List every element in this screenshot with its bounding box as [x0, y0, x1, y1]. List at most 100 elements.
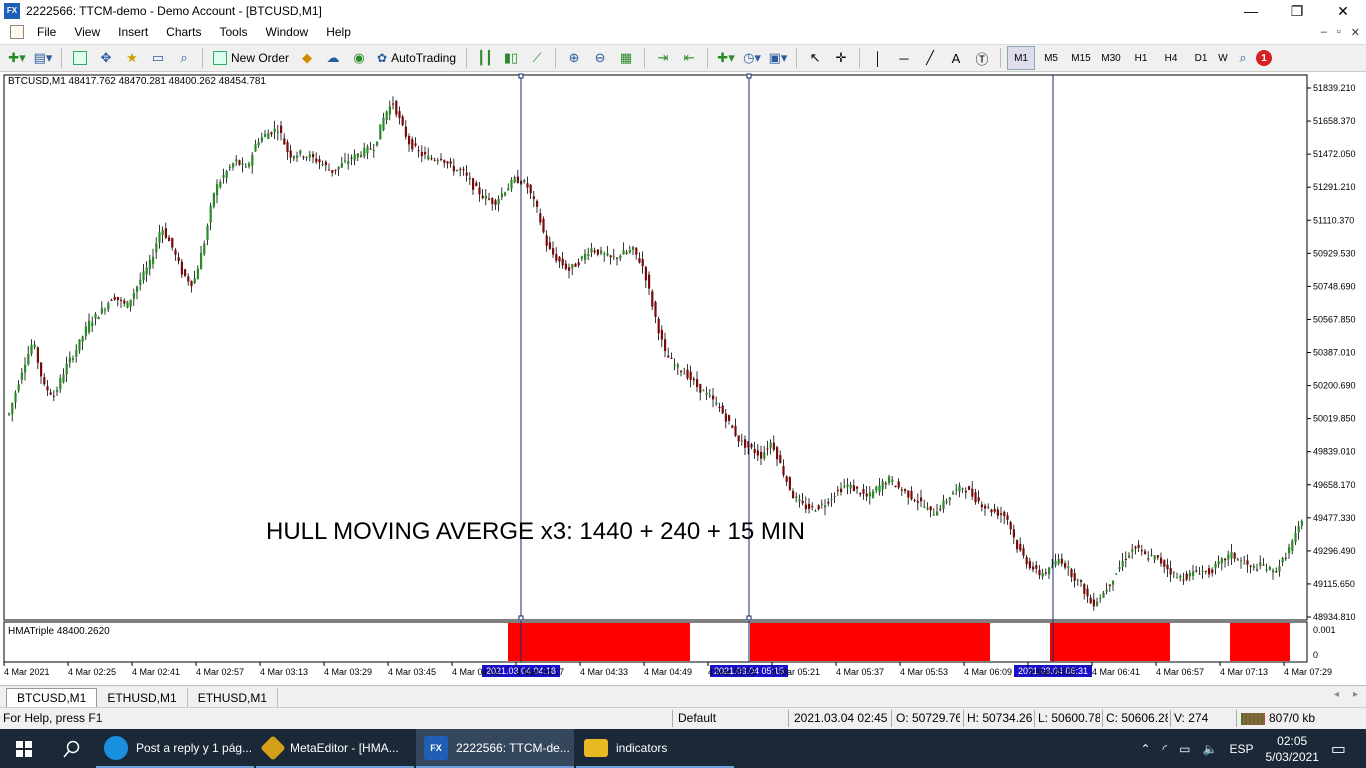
status-divider: [788, 710, 789, 727]
candle-body: [1224, 558, 1227, 561]
indicators-icon[interactable]: ✚▾: [714, 46, 738, 70]
signals-icon[interactable]: ◉: [347, 46, 371, 70]
autotrading-button[interactable]: ✿ AutoTrading: [373, 46, 460, 70]
bar-chart-icon[interactable]: ┃┃: [473, 46, 497, 70]
candle-body: [888, 476, 891, 483]
text-label-icon[interactable]: Ⓣ: [970, 46, 994, 70]
maximize-button[interactable]: ❐: [1274, 0, 1320, 22]
candle-body: [404, 126, 407, 137]
candle-body: [449, 161, 452, 164]
tile-windows-icon[interactable]: ▦: [614, 46, 638, 70]
windows-start-icon[interactable]: [0, 729, 48, 768]
zoom-out-icon[interactable]: ⊖: [588, 46, 612, 70]
vertical-line-icon[interactable]: │: [866, 46, 890, 70]
timeframe-h1[interactable]: H1: [1127, 46, 1155, 70]
mdi-minimize-button[interactable]: –: [1321, 26, 1327, 38]
tab-scroll-right-icon[interactable]: ▸: [1353, 689, 1358, 700]
timeframe-d1[interactable]: D1: [1187, 46, 1215, 70]
mdi-restore-button[interactable]: ▫: [1337, 26, 1341, 38]
tab-btcusd-m1[interactable]: BTCUSD,M1: [6, 688, 98, 707]
search-icon[interactable]: [48, 729, 96, 768]
text-tool-icon[interactable]: A: [944, 46, 968, 70]
periods-icon[interactable]: ◷▾: [740, 46, 764, 70]
hma-bar: [508, 623, 690, 661]
title-bar: FX 2222566: TTCM-demo - Demo Account - […: [0, 0, 1366, 22]
timeframe-m1[interactable]: M1: [1007, 46, 1036, 70]
profiles-icon[interactable]: ▤▾: [31, 46, 55, 70]
taskbar-app-terminal[interactable]: FX 2222566: TTCM-de...: [416, 729, 574, 768]
menu-charts[interactable]: Charts: [157, 25, 210, 39]
menu-file[interactable]: File: [28, 25, 65, 39]
crosshair-icon[interactable]: ✛: [829, 46, 853, 70]
templates-icon[interactable]: ▣▾: [766, 46, 790, 70]
candle-body: [11, 402, 14, 415]
auto-scroll-icon[interactable]: ⇥: [651, 46, 675, 70]
menu-insert[interactable]: Insert: [109, 25, 157, 39]
x-tick-label: 4 Mar 02:25: [68, 667, 116, 677]
candle-body: [1294, 532, 1297, 543]
candle-body: [408, 136, 411, 145]
chart-window-icon[interactable]: [10, 25, 24, 39]
cloud-icon[interactable]: ☁: [321, 46, 345, 70]
taskbar-app-edge[interactable]: Post a reply y 1 pág...: [96, 729, 254, 768]
mdi-close-button[interactable]: ✕: [1351, 26, 1360, 39]
trendline-icon[interactable]: ╱: [918, 46, 942, 70]
timeframe-m15[interactable]: M15: [1067, 46, 1095, 70]
timeframe-w1[interactable]: W: [1217, 46, 1229, 70]
candle-body: [216, 184, 219, 196]
candle-body: [843, 486, 846, 488]
cursor-icon[interactable]: ↖: [803, 46, 827, 70]
battery-icon[interactable]: ▭: [1179, 742, 1190, 756]
vline-handle: [518, 615, 524, 621]
menu-help[interactable]: Help: [317, 25, 360, 39]
menu-view[interactable]: View: [65, 25, 109, 39]
language-indicator[interactable]: ESP: [1229, 742, 1253, 756]
menu-tools[interactable]: Tools: [211, 25, 257, 39]
tray-chevron-icon[interactable]: ⌃: [1140, 742, 1150, 756]
candle-body: [609, 255, 612, 258]
candle-body: [772, 442, 775, 450]
close-button[interactable]: ✕: [1320, 0, 1366, 22]
market-watch-icon[interactable]: [68, 46, 92, 70]
timeframe-m5[interactable]: M5: [1037, 46, 1065, 70]
search-icon[interactable]: ⌕: [1231, 46, 1255, 70]
candle-body: [718, 406, 721, 408]
menu-window[interactable]: Window: [257, 25, 318, 39]
chart-canvas[interactable]: 2021.03.04 04:18 2021.03.04 05:15 2021.03.…: [0, 73, 1366, 685]
terminal-icon[interactable]: ▭: [146, 46, 170, 70]
clock[interactable]: 02:05 5/03/2021: [1265, 733, 1318, 765]
x-tick-label: 4 Mar 05:21: [772, 667, 820, 677]
data-window-icon[interactable]: ✥: [94, 46, 118, 70]
new-order-button[interactable]: New Order: [209, 46, 293, 70]
metaeditor-icon[interactable]: ◆: [295, 46, 319, 70]
line-chart-icon[interactable]: ⟋: [525, 46, 549, 70]
zoom-in-icon[interactable]: ⊕: [562, 46, 586, 70]
chart-window[interactable]: 2021.03.04 04:18 2021.03.04 05:15 2021.03.…: [0, 73, 1366, 685]
tab-ethusd-m1[interactable]: ETHUSD,M1: [97, 688, 188, 707]
taskbar-app-metaeditor[interactable]: MetaEditor - [HMA...: [256, 729, 414, 768]
candle-body: [142, 271, 145, 281]
wifi-icon[interactable]: ◜: [1163, 742, 1168, 756]
candle-body: [289, 150, 292, 158]
taskbar-app-folder[interactable]: indicators: [576, 729, 734, 768]
navigator-icon[interactable]: ★: [120, 46, 144, 70]
candle-body: [657, 318, 660, 334]
notification-badge[interactable]: 1: [1256, 50, 1273, 66]
notifications-icon[interactable]: ▭: [1331, 739, 1346, 759]
timeframe-h4[interactable]: H4: [1157, 46, 1185, 70]
candle-body: [820, 503, 823, 505]
volume-icon[interactable]: 🔈: [1203, 742, 1218, 756]
candle-body: [1128, 555, 1131, 558]
new-chart-icon[interactable]: ✚▾: [5, 46, 29, 70]
strategy-tester-icon[interactable]: ⌕: [172, 46, 196, 70]
tab-scroll-left-icon[interactable]: ◂: [1334, 689, 1339, 700]
timeframe-m30[interactable]: M30: [1097, 46, 1125, 70]
y-tick-label: 49115.650: [1313, 579, 1355, 589]
candlestick-icon[interactable]: ▮▯: [499, 46, 523, 70]
horizontal-line-icon[interactable]: ─: [892, 46, 916, 70]
x-tick-label: 4 Mar 04:01: [452, 667, 500, 677]
candle-body: [94, 314, 97, 319]
tab-ethusd-m1-2[interactable]: ETHUSD,M1: [188, 688, 279, 707]
chart-shift-icon[interactable]: ⇤: [677, 46, 701, 70]
minimize-button[interactable]: —: [1228, 0, 1274, 22]
